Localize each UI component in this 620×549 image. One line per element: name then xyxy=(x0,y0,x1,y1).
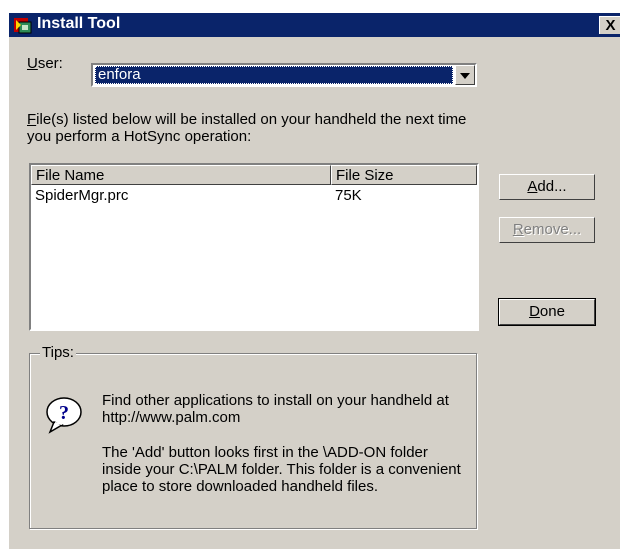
column-header-file-size[interactable]: File Size xyxy=(331,165,477,185)
question-balloon-icon: ? xyxy=(46,397,82,434)
title-bar[interactable]: Install Tool X xyxy=(9,13,620,37)
file-name-cell: SpiderMgr.prc xyxy=(35,187,129,204)
remove-rest: emove... xyxy=(523,221,582,238)
file-list[interactable]: File Name File Size SpiderMgr.prc 75K xyxy=(29,163,479,331)
table-row[interactable]: SpiderMgr.prc 75K xyxy=(31,187,477,205)
column-header-file-name[interactable]: File Name xyxy=(31,165,331,185)
tip-text-palm-site: Find other applications to install on yo… xyxy=(102,392,449,426)
remove-button[interactable]: Remove... xyxy=(499,217,595,243)
chevron-down-icon xyxy=(460,73,470,79)
window-title: Install Tool xyxy=(37,15,121,32)
user-label: User: xyxy=(27,55,63,72)
user-select[interactable]: enfora xyxy=(91,63,477,87)
user-label-rest: ser: xyxy=(37,55,63,72)
add-button[interactable]: Add... xyxy=(499,174,595,200)
add-rest: dd... xyxy=(537,178,567,195)
done-button[interactable]: Done xyxy=(498,298,596,326)
install-tool-dialog: Install Tool X User: enfora File(s) list… xyxy=(8,12,620,549)
done-key: D xyxy=(529,303,540,320)
hotsync-app-icon xyxy=(14,18,32,34)
add-key: A xyxy=(527,178,538,195)
user-dropdown-button[interactable] xyxy=(455,65,475,85)
tip-text-add-on-folder: The 'Add' button looks first in the \ADD… xyxy=(102,444,461,495)
svg-text:?: ? xyxy=(59,402,69,424)
file-size-cell: 75K xyxy=(335,187,362,204)
user-label-key: U xyxy=(27,55,38,72)
tips-label: Tips: xyxy=(40,344,76,361)
remove-key: R xyxy=(512,221,524,238)
user-select-value: enfora xyxy=(95,66,453,84)
done-rest: one xyxy=(539,303,565,320)
close-button[interactable]: X xyxy=(599,16,620,34)
info-key: F xyxy=(27,111,37,128)
tips-group: Tips: ? Find other applications to insta… xyxy=(29,344,477,529)
install-info-text: File(s) listed below will be installed o… xyxy=(27,111,477,145)
info-rest: ile(s) listed below will be installed on… xyxy=(27,111,467,145)
